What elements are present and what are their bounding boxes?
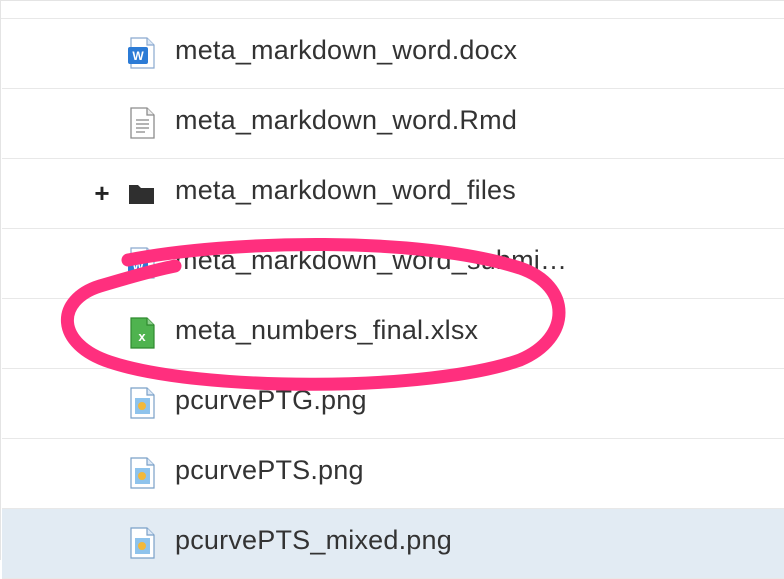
file-name[interactable]: pcurvePTG.png — [175, 385, 367, 416]
file-row-xlsx[interactable]: x meta_numbers_final.xlsx — [2, 299, 784, 369]
file-name[interactable]: meta_markdown_word.docx — [175, 35, 517, 66]
image-file-icon — [127, 457, 157, 489]
file-row-png-selected[interactable]: pcurvePTS_mixed.png — [2, 509, 784, 579]
image-file-icon — [127, 387, 157, 419]
svg-text:W: W — [132, 49, 144, 63]
file-name[interactable]: meta_markdown_word.Rmd — [175, 105, 517, 136]
folder-icon — [127, 177, 157, 209]
file-name[interactable]: meta_numbers_final.xlsx — [175, 315, 478, 346]
file-row-rmd[interactable]: meta_markdown_word.Rmd — [2, 89, 784, 159]
file-name[interactable]: pcurvePTS.png — [175, 455, 364, 486]
file-row-png[interactable]: pcurvePTS.png — [2, 439, 784, 509]
image-file-icon — [127, 527, 157, 559]
excel-file-icon: x — [127, 317, 157, 349]
file-row-docx[interactable]: W meta_markdown_word.docx — [2, 19, 784, 89]
folder-name[interactable]: meta_markdown_word_files — [175, 175, 516, 206]
file-name[interactable]: pcurvePTS_mixed.png — [175, 525, 452, 556]
word-doc-icon: W — [127, 37, 157, 69]
folder-row[interactable]: + meta_markdown_word_files — [2, 159, 784, 229]
expand-icon[interactable]: + — [90, 180, 114, 206]
file-list: W meta_markdown_word.docx meta_markdown_… — [0, 0, 784, 579]
file-row-docx-submit[interactable]: W meta_markdown_word_submi… — [2, 229, 784, 299]
file-name[interactable]: meta_markdown_word_submi… — [175, 245, 567, 276]
word-doc-icon: W — [127, 247, 157, 279]
file-row-png[interactable]: pcurvePTG.png — [2, 369, 784, 439]
svg-text:W: W — [132, 259, 144, 273]
text-file-icon — [127, 107, 157, 139]
svg-text:x: x — [138, 329, 146, 344]
